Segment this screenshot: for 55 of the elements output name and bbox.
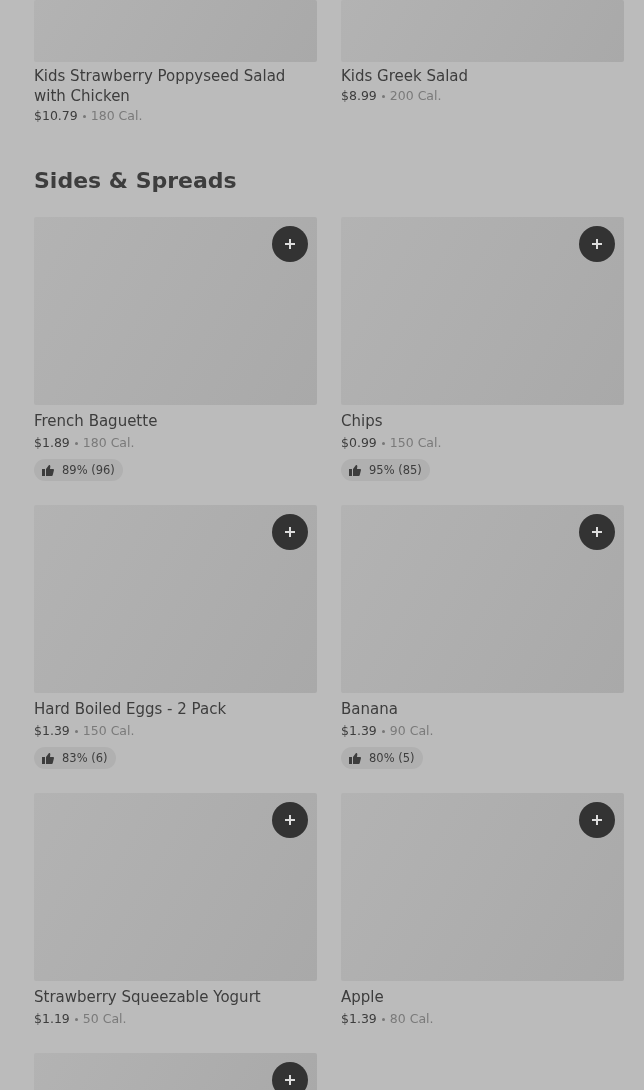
- item-name: Kids Greek Salad: [341, 66, 469, 86]
- plus-icon: [284, 814, 296, 826]
- plus-icon: [284, 526, 296, 538]
- thumbs-up-icon: [349, 464, 361, 476]
- item-calories: 200 Cal.: [389, 87, 442, 105]
- item-calories: 180 Cal.: [90, 107, 143, 125]
- item-name: Kids Strawberry Poppyseed Salad with Chicken: [34, 66, 287, 106]
- add-button[interactable]: [272, 1062, 308, 1090]
- item-calories: 150 Cal.: [82, 722, 135, 740]
- plus-icon: [591, 814, 603, 826]
- plus-icon: [591, 526, 603, 538]
- separator-dot: [381, 729, 385, 733]
- plus-icon: [284, 1074, 296, 1086]
- item-calories: 90 Cal.: [389, 722, 434, 740]
- rating-text: 80% (5): [369, 751, 415, 765]
- item-price: $10.79: [34, 107, 78, 125]
- item-calories: 80 Cal.: [389, 1010, 434, 1028]
- item-price: $8.99: [341, 87, 377, 105]
- rating-text: 95% (85): [369, 463, 422, 477]
- thumbs-up-icon: [349, 752, 361, 764]
- item-name: Banana: [341, 699, 398, 720]
- rating-text: 83% (6): [62, 751, 108, 765]
- add-button[interactable]: [272, 226, 308, 262]
- item-name: Chips: [341, 411, 383, 432]
- item-price: $1.19: [34, 1010, 70, 1028]
- thumbs-up-icon: [42, 752, 54, 764]
- add-button[interactable]: [272, 514, 308, 550]
- item-calories: 180 Cal.: [82, 434, 135, 452]
- item-name: Apple: [341, 987, 384, 1008]
- item-name: French Baguette: [34, 411, 158, 432]
- separator-dot: [74, 441, 78, 445]
- item-calories: 150 Cal.: [389, 434, 442, 452]
- rating-text: 89% (96): [62, 463, 115, 477]
- separator-dot: [74, 729, 78, 733]
- item-price: $0.99: [341, 434, 377, 452]
- add-button[interactable]: [579, 802, 615, 838]
- add-button[interactable]: [579, 514, 615, 550]
- plus-icon: [284, 238, 296, 250]
- add-button[interactable]: [272, 802, 308, 838]
- item-name: Strawberry Squeezable Yogurt: [34, 987, 261, 1008]
- separator-dot: [74, 1017, 78, 1021]
- item-calories: 50 Cal.: [82, 1010, 127, 1028]
- item-price: $1.89: [34, 434, 70, 452]
- separator-dot: [381, 1017, 385, 1021]
- separator-dot: [381, 441, 385, 445]
- item-price: $1.39: [341, 722, 377, 740]
- separator-dot: [381, 94, 385, 98]
- add-button[interactable]: [579, 226, 615, 262]
- item-price: $1.39: [34, 722, 70, 740]
- section-title: Sides & Spreads: [34, 167, 238, 195]
- thumbs-up-icon: [42, 464, 54, 476]
- separator-dot: [82, 114, 86, 118]
- plus-icon: [591, 238, 603, 250]
- item-price: $1.39: [341, 1010, 377, 1028]
- item-name: Hard Boiled Eggs - 2 Pack: [34, 699, 227, 720]
